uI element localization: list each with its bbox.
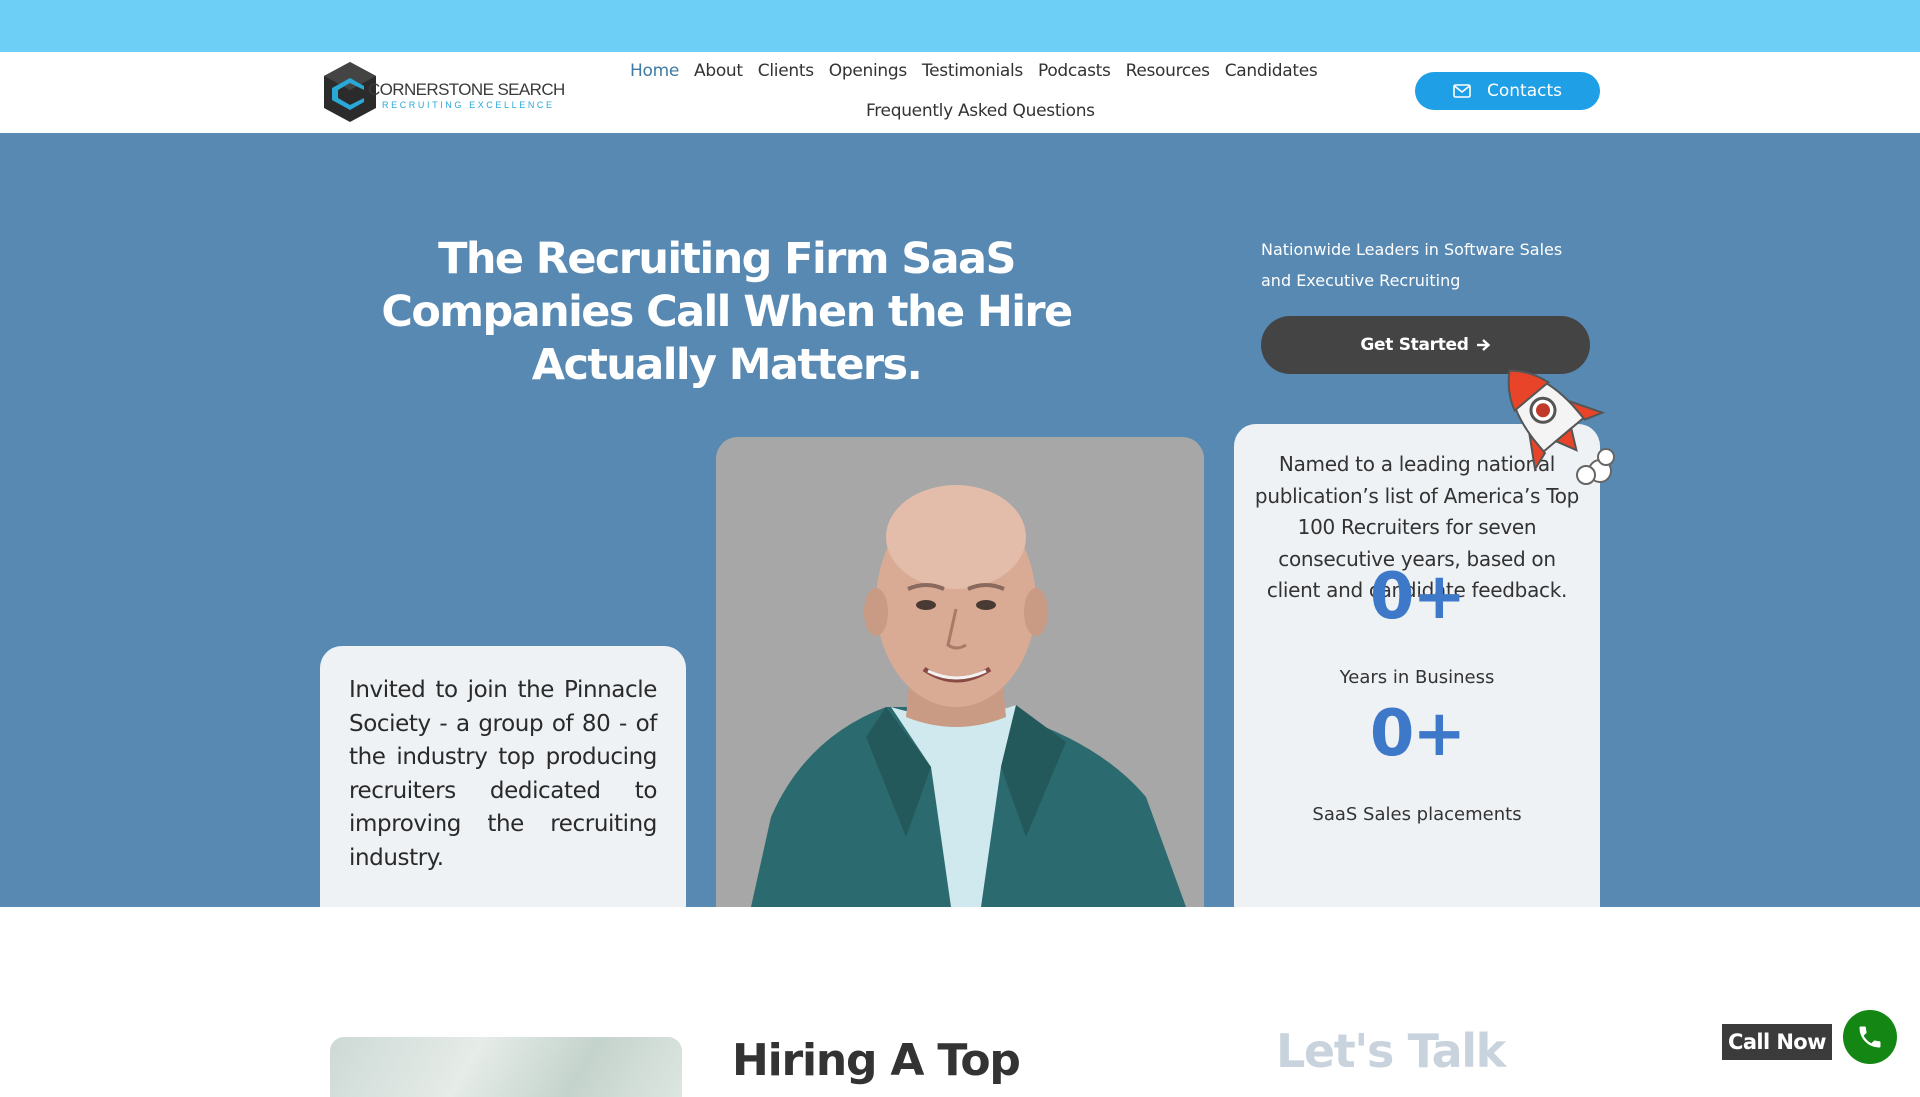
contacts-label: Contacts xyxy=(1487,81,1562,101)
hero-tagline: Nationwide Leaders in Software Sales and… xyxy=(1261,240,1563,290)
stat-placements-value: 0+ xyxy=(1369,697,1466,771)
hiring-heading: Hiring A Top xyxy=(732,1035,1021,1086)
site-header: CORNERSTONE SEARCH RECRUITING EXCELLENCE… xyxy=(0,52,1920,133)
nav-podcasts[interactable]: Podcasts xyxy=(1038,61,1111,81)
logo-name: CORNERSTONE SEARCH xyxy=(368,80,565,99)
nav-candidates[interactable]: Candidates xyxy=(1225,61,1318,81)
nav-clients[interactable]: Clients xyxy=(758,61,814,81)
main-nav: Home About Clients Openings Testimonials… xyxy=(630,61,1318,81)
main-nav-row-2: Frequently Asked Questions xyxy=(866,101,1095,121)
lets-talk-heading: Let's Talk xyxy=(1276,1024,1506,1078)
nav-testimonials[interactable]: Testimonials xyxy=(922,61,1023,81)
pinnacle-text: Invited to join the Pinnacle Society - a… xyxy=(349,677,657,871)
nav-resources[interactable]: Resources xyxy=(1126,61,1210,81)
pinnacle-card: Invited to join the Pinnacle Society - a… xyxy=(320,646,686,907)
hero-section: The Recruiting Firm SaaS Companies Call … xyxy=(0,133,1920,907)
site-logo[interactable]: CORNERSTONE SEARCH RECRUITING EXCELLENCE xyxy=(320,58,580,128)
get-started-label: Get Started xyxy=(1360,335,1469,355)
phone-icon xyxy=(1859,1026,1881,1048)
nav-home[interactable]: Home xyxy=(630,61,679,81)
nav-openings[interactable]: Openings xyxy=(829,61,907,81)
rocket-icon xyxy=(1507,369,1615,485)
top-recruiters-card: Named to a leading national publication’… xyxy=(1234,424,1600,907)
logo-tagline: RECRUITING EXCELLENCE xyxy=(382,100,555,110)
stat-years-value: 0+ xyxy=(1369,560,1466,634)
top-bar xyxy=(0,0,1920,52)
envelope-icon xyxy=(1453,84,1471,98)
stat-placements-label: SaaS Sales placements xyxy=(1312,804,1522,825)
call-now-label[interactable]: Call Now xyxy=(1722,1024,1832,1060)
founder-photo xyxy=(716,437,1204,907)
nav-about[interactable]: About xyxy=(694,61,743,81)
nav-faq[interactable]: Frequently Asked Questions xyxy=(866,101,1095,121)
call-now-button[interactable] xyxy=(1843,1010,1897,1064)
stat-years-label: Years in Business xyxy=(1339,667,1495,688)
contacts-button[interactable]: Contacts xyxy=(1415,72,1600,110)
hero-title: The Recruiting Firm SaaS Companies Call … xyxy=(381,234,1073,390)
founder-portrait-image xyxy=(716,437,1204,907)
office-image xyxy=(330,1037,682,1097)
